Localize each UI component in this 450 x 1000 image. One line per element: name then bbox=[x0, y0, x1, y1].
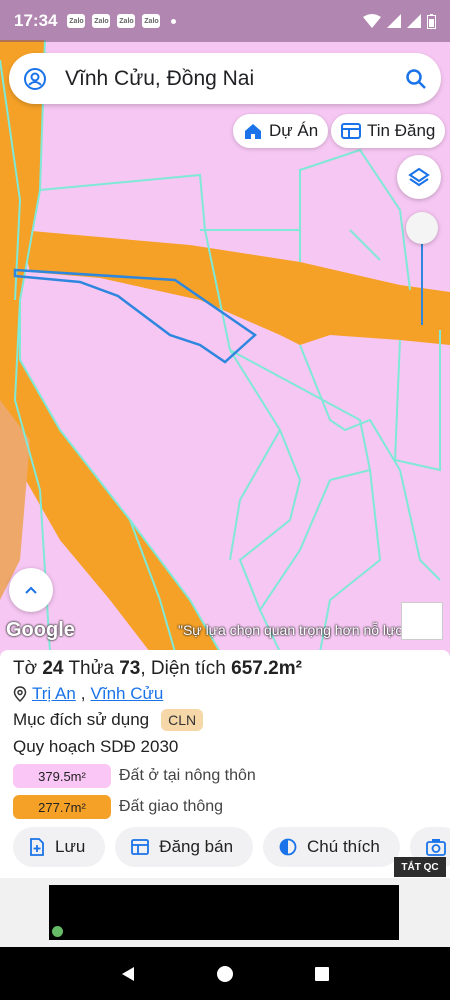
action-buttons: Lưu Đăng bán Chú thích bbox=[13, 827, 450, 867]
land-use-purpose: Mục đích sử dụng CLN bbox=[13, 709, 437, 731]
collapse-up-button[interactable] bbox=[9, 568, 53, 612]
plot-number: 73 bbox=[119, 658, 141, 679]
recents-icon[interactable] bbox=[313, 965, 331, 983]
legend-label: Đất ở tại nông thôn bbox=[119, 767, 256, 784]
legend-label: Đất giao thông bbox=[119, 798, 224, 815]
zalo-notification-icon: Zalo bbox=[67, 14, 86, 28]
map-overlay-quote: "Sự lựa chọn quan trọng hơn nỗ lực" bbox=[178, 622, 408, 638]
sheet-label: Tờ bbox=[13, 658, 38, 679]
plan-label: Quy hoạch SDĐ 2030 bbox=[13, 737, 179, 756]
location-ward-link[interactable]: Trị An bbox=[32, 684, 76, 704]
system-navigation-bar bbox=[0, 947, 450, 1000]
area-value: 657.2m² bbox=[231, 658, 302, 679]
area-label: Diện tích bbox=[150, 658, 226, 679]
google-attribution: Google bbox=[6, 619, 75, 641]
save-button[interactable]: Lưu bbox=[13, 827, 106, 867]
search-input[interactable]: Vĩnh Cửu, Đồng Nai bbox=[65, 67, 405, 91]
zalo-notification-icon: Zalo bbox=[117, 14, 136, 28]
zalo-notification-icon: Zalo bbox=[142, 14, 161, 28]
add-document-icon bbox=[30, 838, 44, 856]
plot-label: Thửa bbox=[68, 658, 114, 679]
camera-icon bbox=[425, 839, 446, 856]
location-pin-icon bbox=[13, 686, 27, 702]
search-icon[interactable] bbox=[405, 68, 427, 90]
legend-swatch-residential: 379.5m² bbox=[13, 764, 111, 788]
signal-icon bbox=[407, 14, 421, 28]
du-an-button[interactable]: Dự Án bbox=[233, 114, 329, 148]
post-sale-label: Đăng bán bbox=[159, 837, 234, 856]
sheet-number: 24 bbox=[42, 658, 64, 679]
ad-choices-icon[interactable] bbox=[52, 926, 63, 937]
status-time: 17:34 bbox=[14, 11, 58, 30]
post-sale-button[interactable]: Đăng bán bbox=[115, 827, 254, 867]
status-icons bbox=[363, 13, 436, 29]
purpose-badge: CLN bbox=[161, 709, 204, 731]
tin-dang-label: Tin Đăng bbox=[367, 121, 436, 140]
zalo-notification-icon: Zalo bbox=[92, 14, 111, 28]
ad-banner-area bbox=[0, 878, 450, 947]
legend-row: 277.7m² Đất giao thông bbox=[13, 795, 437, 819]
listing-icon bbox=[341, 123, 361, 139]
search-bar[interactable]: Vĩnh Cửu, Đồng Nai bbox=[9, 53, 441, 104]
layers-icon bbox=[408, 167, 430, 187]
legend-swatch-road: 277.7m² bbox=[13, 795, 111, 819]
du-an-label: Dự Án bbox=[269, 121, 319, 140]
chevron-up-icon bbox=[25, 586, 37, 594]
zoom-slider-handle[interactable] bbox=[406, 212, 438, 244]
tin-dang-button[interactable]: Tin Đăng bbox=[331, 114, 446, 148]
more-notifications-dot bbox=[171, 18, 177, 24]
account-icon[interactable] bbox=[23, 67, 47, 91]
home-icon bbox=[245, 124, 261, 139]
location-district-link[interactable]: Vĩnh Cửu bbox=[91, 684, 164, 704]
parcel-location: Trị An, Vĩnh Cửu bbox=[13, 684, 437, 704]
listing-icon bbox=[131, 839, 150, 855]
layers-button[interactable] bbox=[397, 155, 441, 199]
legend-button[interactable]: Chú thích bbox=[263, 827, 400, 867]
contrast-icon bbox=[279, 838, 297, 856]
status-bar: 17:34 Zalo Zalo Zalo Zalo bbox=[0, 0, 450, 42]
map-thumbnail-image[interactable] bbox=[401, 602, 443, 640]
battery-icon bbox=[427, 13, 436, 29]
ad-banner[interactable] bbox=[49, 885, 399, 940]
close-ad-button[interactable]: TẮT QC bbox=[394, 857, 446, 877]
home-icon[interactable] bbox=[216, 965, 234, 983]
back-icon[interactable] bbox=[119, 965, 137, 983]
wifi-icon bbox=[363, 14, 381, 28]
legend-row: 379.5m² Đất ở tại nông thôn bbox=[13, 764, 437, 788]
signal-icon bbox=[387, 14, 401, 28]
save-label: Lưu bbox=[55, 837, 86, 856]
purpose-label: Mục đích sử dụng bbox=[13, 710, 150, 729]
legend-label: Chú thích bbox=[307, 837, 380, 856]
parcel-title: Tờ 24 Thửa 73, Diện tích 657.2m² bbox=[13, 658, 302, 679]
parcel-info-sheet: Tờ 24 Thửa 73, Diện tích 657.2m² Trị An,… bbox=[0, 650, 450, 878]
